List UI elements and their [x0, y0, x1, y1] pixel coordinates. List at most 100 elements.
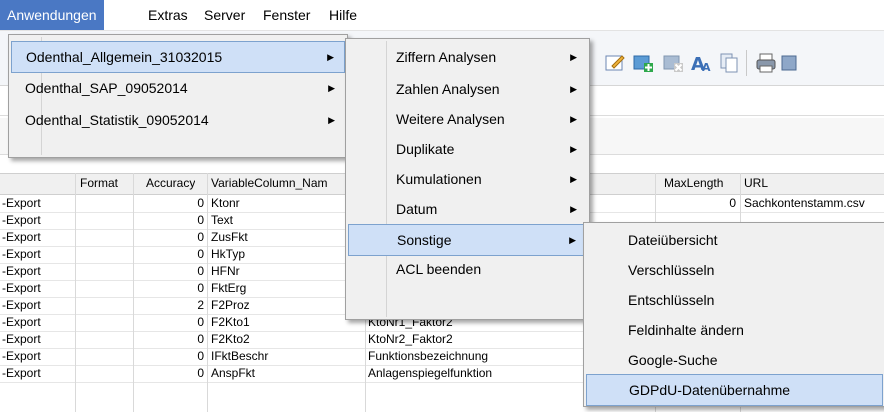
col-accuracy[interactable]: Accuracy: [146, 175, 195, 192]
menu-item-label: Feldinhalte ändern: [628, 322, 744, 338]
cell-name: -Export: [2, 366, 41, 380]
menu-item-label: Google-Suche: [628, 352, 718, 368]
cell-accuracy: 0: [197, 196, 204, 210]
cell-variable: FktErg: [211, 281, 247, 295]
cell-accuracy: 0: [197, 264, 204, 278]
cell-accuracy: 0: [197, 281, 204, 295]
menu-hilfe[interactable]: Hilfe: [322, 0, 364, 30]
col-url[interactable]: URL: [744, 175, 768, 192]
menu-item-label: Odenthal_SAP_09052014: [25, 80, 188, 96]
menu-item-label: Weitere Analysen: [396, 111, 505, 127]
menu-item-verschluesseln[interactable]: Verschlüsseln: [586, 255, 883, 285]
menu-server[interactable]: Server: [197, 0, 252, 30]
menu-item-datum[interactable]: Datum ▶: [348, 194, 587, 224]
cell-accuracy: 0: [197, 332, 204, 346]
submenu-arrow-icon: ▶: [327, 52, 334, 62]
menu-item-label: Entschlüsseln: [628, 292, 715, 308]
edit-icon[interactable]: [604, 52, 626, 74]
menu-item-label: Dateiübersicht: [628, 232, 718, 248]
cell-accuracy: 0: [197, 247, 204, 261]
menu-item-label: Kumulationen: [396, 171, 482, 187]
cell-variable: AnspFkt: [211, 366, 256, 380]
add-table-icon[interactable]: [632, 52, 654, 74]
submenu-arrow-icon: ▶: [570, 84, 577, 94]
submenu-arrow-icon: ▶: [570, 144, 577, 154]
cell-maxlength: 0: [729, 196, 736, 210]
menu-item-acl-beenden[interactable]: ACL beenden: [348, 254, 587, 284]
col-variable[interactable]: VariableColumn_Nam: [211, 175, 346, 192]
menu-item-sonstige[interactable]: Sonstige ▶: [348, 224, 587, 256]
col-maxlength[interactable]: MaxLength: [664, 175, 723, 192]
export-icon[interactable]: [780, 52, 802, 74]
menu-item-label: Datum: [396, 201, 438, 217]
menu-item-dateiuebersicht[interactable]: Dateiübersicht: [586, 225, 883, 255]
analysen-submenu: Ziffern Analysen ▶ Zahlen Analysen ▶ Wei…: [345, 38, 590, 320]
menu-item-label: ACL beenden: [396, 261, 482, 277]
submenu-arrow-icon: ▶: [570, 204, 577, 214]
cell-variable: F2Kto1: [211, 315, 250, 329]
grid-divider: [133, 173, 134, 412]
cell-name: -Export: [2, 298, 41, 312]
menu-item-label: Duplikate: [396, 141, 455, 157]
cell-name: -Export: [2, 332, 41, 346]
menu-item-odenthal-sap[interactable]: Odenthal_SAP_09052014 ▶: [11, 73, 345, 103]
cell-name: -Export: [2, 247, 41, 261]
menu-fenster[interactable]: Fenster: [256, 0, 317, 30]
cell-accuracy: 0: [197, 366, 204, 380]
copy-icon[interactable]: [718, 52, 740, 74]
submenu-arrow-icon: ▶: [570, 114, 577, 124]
menu-item-odenthal-statistik[interactable]: Odenthal_Statistik_09052014 ▶: [11, 105, 345, 135]
menu-item-weitere-analysen[interactable]: Weitere Analysen ▶: [348, 104, 587, 134]
cell-variable: F2Proz: [211, 298, 250, 312]
svg-text:A: A: [702, 61, 711, 74]
cell-url: Sachkontenstamm.csv: [744, 196, 865, 210]
cell-accuracy: 0: [197, 213, 204, 227]
remove-table-icon[interactable]: [662, 52, 684, 74]
menu-item-kumulationen[interactable]: Kumulationen ▶: [348, 164, 587, 194]
cell-accuracy: 0: [197, 230, 204, 244]
anwendungen-menu: Odenthal_Allgemein_31032015 ▶ Odenthal_S…: [8, 34, 348, 158]
cell-name: -Export: [2, 315, 41, 329]
cell-variable: HkTyp: [211, 247, 246, 261]
cell-name: -Export: [2, 213, 41, 227]
cell-name: -Export: [2, 230, 41, 244]
submenu-arrow-icon: ▶: [570, 52, 577, 62]
menu-item-google-suche[interactable]: Google-Suche: [586, 345, 883, 375]
submenu-arrow-icon: ▶: [569, 235, 576, 245]
menu-item-entschluesseln[interactable]: Entschlüsseln: [586, 285, 883, 315]
menu-item-label: Sonstige: [397, 232, 452, 248]
submenu-arrow-icon: ▶: [570, 174, 577, 184]
font-size-icon[interactable]: AA: [690, 52, 712, 74]
submenu-arrow-icon: ▶: [328, 115, 335, 125]
print-icon[interactable]: [755, 52, 777, 74]
cell-name: -Export: [2, 196, 41, 210]
cell-variable: ZusFkt: [211, 230, 248, 244]
cell-variable: Text: [211, 213, 234, 227]
grid-divider: [207, 173, 208, 412]
menu-item-ziffern-analysen[interactable]: Ziffern Analysen ▶: [348, 42, 587, 72]
menu-item-zahlen-analysen[interactable]: Zahlen Analysen ▶: [348, 74, 587, 104]
menu-item-label: Zahlen Analysen: [396, 81, 500, 97]
cell-variable: IFktBeschr: [211, 349, 269, 363]
sonstige-submenu: Dateiübersicht Verschlüsseln Entschlüsse…: [583, 222, 884, 407]
submenu-arrow-icon: ▶: [328, 83, 335, 93]
cell-accuracy: 2: [197, 298, 204, 312]
cell-accuracy: 0: [197, 349, 204, 363]
menu-item-label: Odenthal_Allgemein_31032015: [26, 49, 223, 65]
menu-item-label: Ziffern Analysen: [396, 49, 497, 65]
col-format[interactable]: Format: [80, 175, 118, 192]
menu-item-feldinhalte-aendern[interactable]: Feldinhalte ändern: [586, 315, 883, 345]
menu-item-odenthal-allgemein[interactable]: Odenthal_Allgemein_31032015 ▶: [11, 41, 345, 73]
cell-variable: Ktonr: [211, 196, 240, 210]
cell-accuracy: 0: [197, 315, 204, 329]
grid-divider: [75, 173, 76, 412]
menu-item-gdpdu-datenuebernahme[interactable]: GDPdU-Datenübernahme: [586, 374, 883, 406]
menu-bar: Anwendungen Extras Server Fenster Hilfe: [0, 0, 884, 31]
menu-anwendungen[interactable]: Anwendungen: [0, 0, 104, 30]
menu-item-label: GDPdU-Datenübernahme: [629, 382, 791, 398]
menu-item-duplikate[interactable]: Duplikate ▶: [348, 134, 587, 164]
menu-item-label: Verschlüsseln: [628, 262, 715, 278]
toolbar-separator: [746, 50, 747, 76]
menu-extras[interactable]: Extras: [141, 0, 195, 30]
cell-name: -Export: [2, 281, 41, 295]
